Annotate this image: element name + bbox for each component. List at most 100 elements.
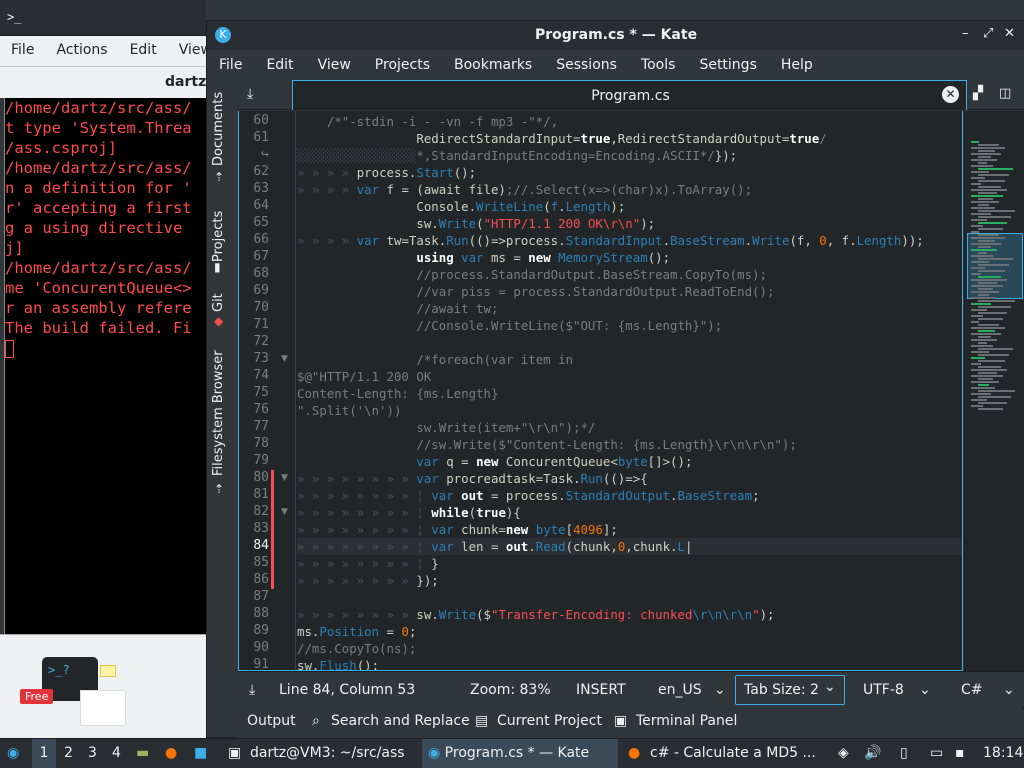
code-line[interactable]: //await tw;	[297, 300, 962, 317]
file-manager-icon[interactable]: ▬	[136, 745, 149, 761]
task-firefox[interactable]: c# - Calculate a MD5 ...	[650, 745, 816, 761]
chevron-down-icon[interactable]: ⌄	[919, 682, 931, 698]
code-line[interactable]: » » » » » » » » sw.Write($"Transfer-Enco…	[297, 606, 962, 623]
desktop-4[interactable]: 4	[112, 745, 121, 761]
cursor-position[interactable]: Line 84, Column 53	[279, 682, 415, 698]
code-line[interactable]: » » » » » » » » ¦ var len = out.Read(chu…	[297, 538, 962, 555]
language-select[interactable]: C#	[961, 682, 983, 698]
app-launcher-icon[interactable]: ◉	[7, 745, 19, 761]
sidebar-tab-documents[interactable]: Documents	[211, 84, 226, 166]
code-line[interactable]: ░░░░░░░░░░░░░░░░*,StandardInputEncoding=…	[297, 147, 962, 164]
code-line[interactable]: var q = new ConcurentQueue<byte[]>();	[297, 453, 962, 470]
firefox-icon[interactable]: ●	[165, 745, 177, 761]
toolview-current-project[interactable]: Current Project	[497, 713, 602, 729]
code-line[interactable]: » » » » var tw=Task.Run(()=>process.Stan…	[297, 232, 962, 249]
volume-icon[interactable]: 🔊	[864, 745, 881, 761]
restore-icon[interactable]: ⤢	[983, 26, 993, 41]
code-line[interactable]: //ms.CopyTo(ns);	[297, 640, 962, 657]
menu-edit[interactable]: Edit	[254, 50, 305, 80]
fold-marker-icon[interactable]: ▼	[281, 507, 288, 517]
monitor-icon[interactable]: ▭	[930, 745, 943, 761]
code-line[interactable]: » » » » » » » » ¦ }	[297, 555, 962, 572]
code-line[interactable]: » » » » » » » » ¦ var out = process.Stan…	[297, 487, 962, 504]
background-terminal-tab[interactable]: dartz	[0, 66, 206, 98]
code-line[interactable]: //sw.Write($"Content-Length: {ms.Length}…	[297, 436, 962, 453]
code-line[interactable]: » » » » » » » » ¦ while(true){	[297, 504, 962, 521]
code-line[interactable]: //process.StandardOutput.BaseStream.Copy…	[297, 266, 962, 283]
sidebar-tab-filesystem-browser[interactable]: Filesystem Browser	[211, 336, 226, 476]
pin-icon[interactable]: ⇡	[214, 482, 224, 496]
chevron-down-icon[interactable]: ⌄	[714, 682, 726, 698]
minimize-icon[interactable]: –	[962, 26, 969, 41]
bg-menu-edit[interactable]: Edit	[119, 36, 168, 66]
fold-marker-icon[interactable]: ▼	[281, 473, 288, 483]
clipboard-icon[interactable]: ▯	[900, 745, 908, 761]
code-line[interactable]	[297, 589, 962, 606]
code-line[interactable]: /*"-stdin -i - -vn -f mp3 -"*/,	[297, 113, 962, 130]
tab-size-select[interactable]: Tab Size: 2 ⌄	[735, 675, 845, 705]
toolview-output[interactable]: Output	[247, 713, 296, 729]
download-icon[interactable]: ⤓	[247, 86, 253, 102]
code-line[interactable]: Content-Length: {ms.Length}	[297, 385, 962, 402]
toolview-terminal-panel[interactable]: Terminal Panel	[636, 713, 737, 729]
code-line[interactable]: » » » » » » » » var procreadtask=Task.Ru…	[297, 470, 962, 487]
menu-tools[interactable]: Tools	[629, 50, 688, 80]
desktop-1[interactable]: 1	[32, 739, 56, 768]
code-line[interactable]: » » » » process.Start();	[297, 164, 962, 181]
background-terminal-output[interactable]: /home/dartz/src/ass/ t type 'System.Thre…	[4, 98, 206, 634]
close-icon[interactable]: ✕	[1004, 26, 1015, 41]
chevron-down-icon[interactable]: ⌄	[1003, 682, 1015, 698]
pin-icon[interactable]: ⇡	[214, 170, 224, 184]
code-line[interactable]: ".Split('\n'))	[297, 402, 962, 419]
task-kate-active[interactable]: ◉ Program.cs * — Kate	[422, 739, 618, 768]
close-tab-icon[interactable]: ✕	[942, 86, 959, 103]
encoding-select[interactable]: UTF-8	[863, 682, 904, 698]
menu-sessions[interactable]: Sessions	[544, 50, 629, 80]
code-line[interactable]: $@"HTTP/1.1 200 OK	[297, 368, 962, 385]
layout-icon[interactable]: ◫	[999, 86, 1011, 101]
code-line[interactable]: ms.Position = 0;	[297, 623, 962, 640]
minimap-scrollbar[interactable]	[964, 111, 1024, 671]
desktop-3[interactable]: 3	[88, 745, 97, 761]
clock[interactable]: 18:14	[983, 745, 1023, 761]
code-line[interactable]: sw.Write(item+"\r\n");*/	[297, 419, 962, 436]
sidebar-tab-git[interactable]: Git	[211, 282, 226, 312]
tab-program-cs[interactable]: Program.cs	[292, 80, 967, 110]
code-line[interactable]: //var piss = process.StandardOutput.Read…	[297, 283, 962, 300]
code-line[interactable]: Console.WriteLine(f.Length);	[297, 198, 962, 215]
split-view-icon[interactable]: ▞	[973, 86, 983, 101]
menu-file[interactable]: File	[207, 50, 254, 80]
menu-settings[interactable]: Settings	[687, 50, 768, 80]
sidebar-tab-projects[interactable]: Projects	[211, 192, 226, 262]
menu-view[interactable]: View	[306, 50, 363, 80]
code-area[interactable]: /*"-stdin -i - -vn -f mp3 -"*/, Redirect…	[297, 111, 962, 670]
code-line[interactable]: //Console.WriteLine($"OUT: {ms.Length}")…	[297, 317, 962, 334]
code-line[interactable]: » » » » var f = (await file);//.Select(x…	[297, 181, 962, 198]
code-line[interactable]	[297, 334, 962, 351]
window-icon[interactable]: ■	[194, 745, 207, 761]
dictionary-select[interactable]: en_US	[658, 682, 702, 698]
task-terminal[interactable]: dartz@VM3: ~/src/ass	[250, 745, 405, 761]
bg-menu-file[interactable]: File	[0, 36, 45, 66]
window-titlebar[interactable]: K Program.cs * — Kate – ⤢ ✕	[207, 21, 1024, 50]
download-icon[interactable]: ⤓	[249, 682, 255, 698]
code-editor[interactable]: 60 61 ↪ 62 63 64 65 66 67 68 69 70 71 72 73 ▼ 74 75 76 77 78…	[238, 111, 963, 671]
bg-menu-actions[interactable]: Actions	[45, 36, 118, 66]
code-line[interactable]: » » » » » » » » });	[297, 572, 962, 589]
code-line[interactable]: RedirectStandardInput=true,RedirectStand…	[297, 130, 962, 147]
zoom-level[interactable]: Zoom: 83%	[470, 682, 551, 698]
input-mode[interactable]: INSERT	[576, 682, 626, 698]
code-line[interactable]: sw.Flush();	[297, 657, 962, 670]
code-line[interactable]: /*foreach(var item in	[297, 351, 962, 368]
code-line[interactable]: using var ms = new MemoryStream();	[297, 249, 962, 266]
menu-help[interactable]: Help	[769, 50, 825, 80]
network-icon[interactable]: ▪	[955, 745, 965, 761]
menu-bookmarks[interactable]: Bookmarks	[442, 50, 544, 80]
menu-projects[interactable]: Projects	[363, 50, 442, 80]
code-line[interactable]: sw.Write("HTTP/1.1 200 OK\r\n");	[297, 215, 962, 232]
dropbox-icon[interactable]: ◈	[838, 745, 849, 761]
desktop-2[interactable]: 2	[64, 745, 73, 761]
toolview-search-replace[interactable]: Search and Replace	[331, 713, 470, 729]
fold-marker-icon[interactable]: ▼	[281, 354, 288, 364]
code-line[interactable]: » » » » » » » » ¦ var chunk=new byte[409…	[297, 521, 962, 538]
